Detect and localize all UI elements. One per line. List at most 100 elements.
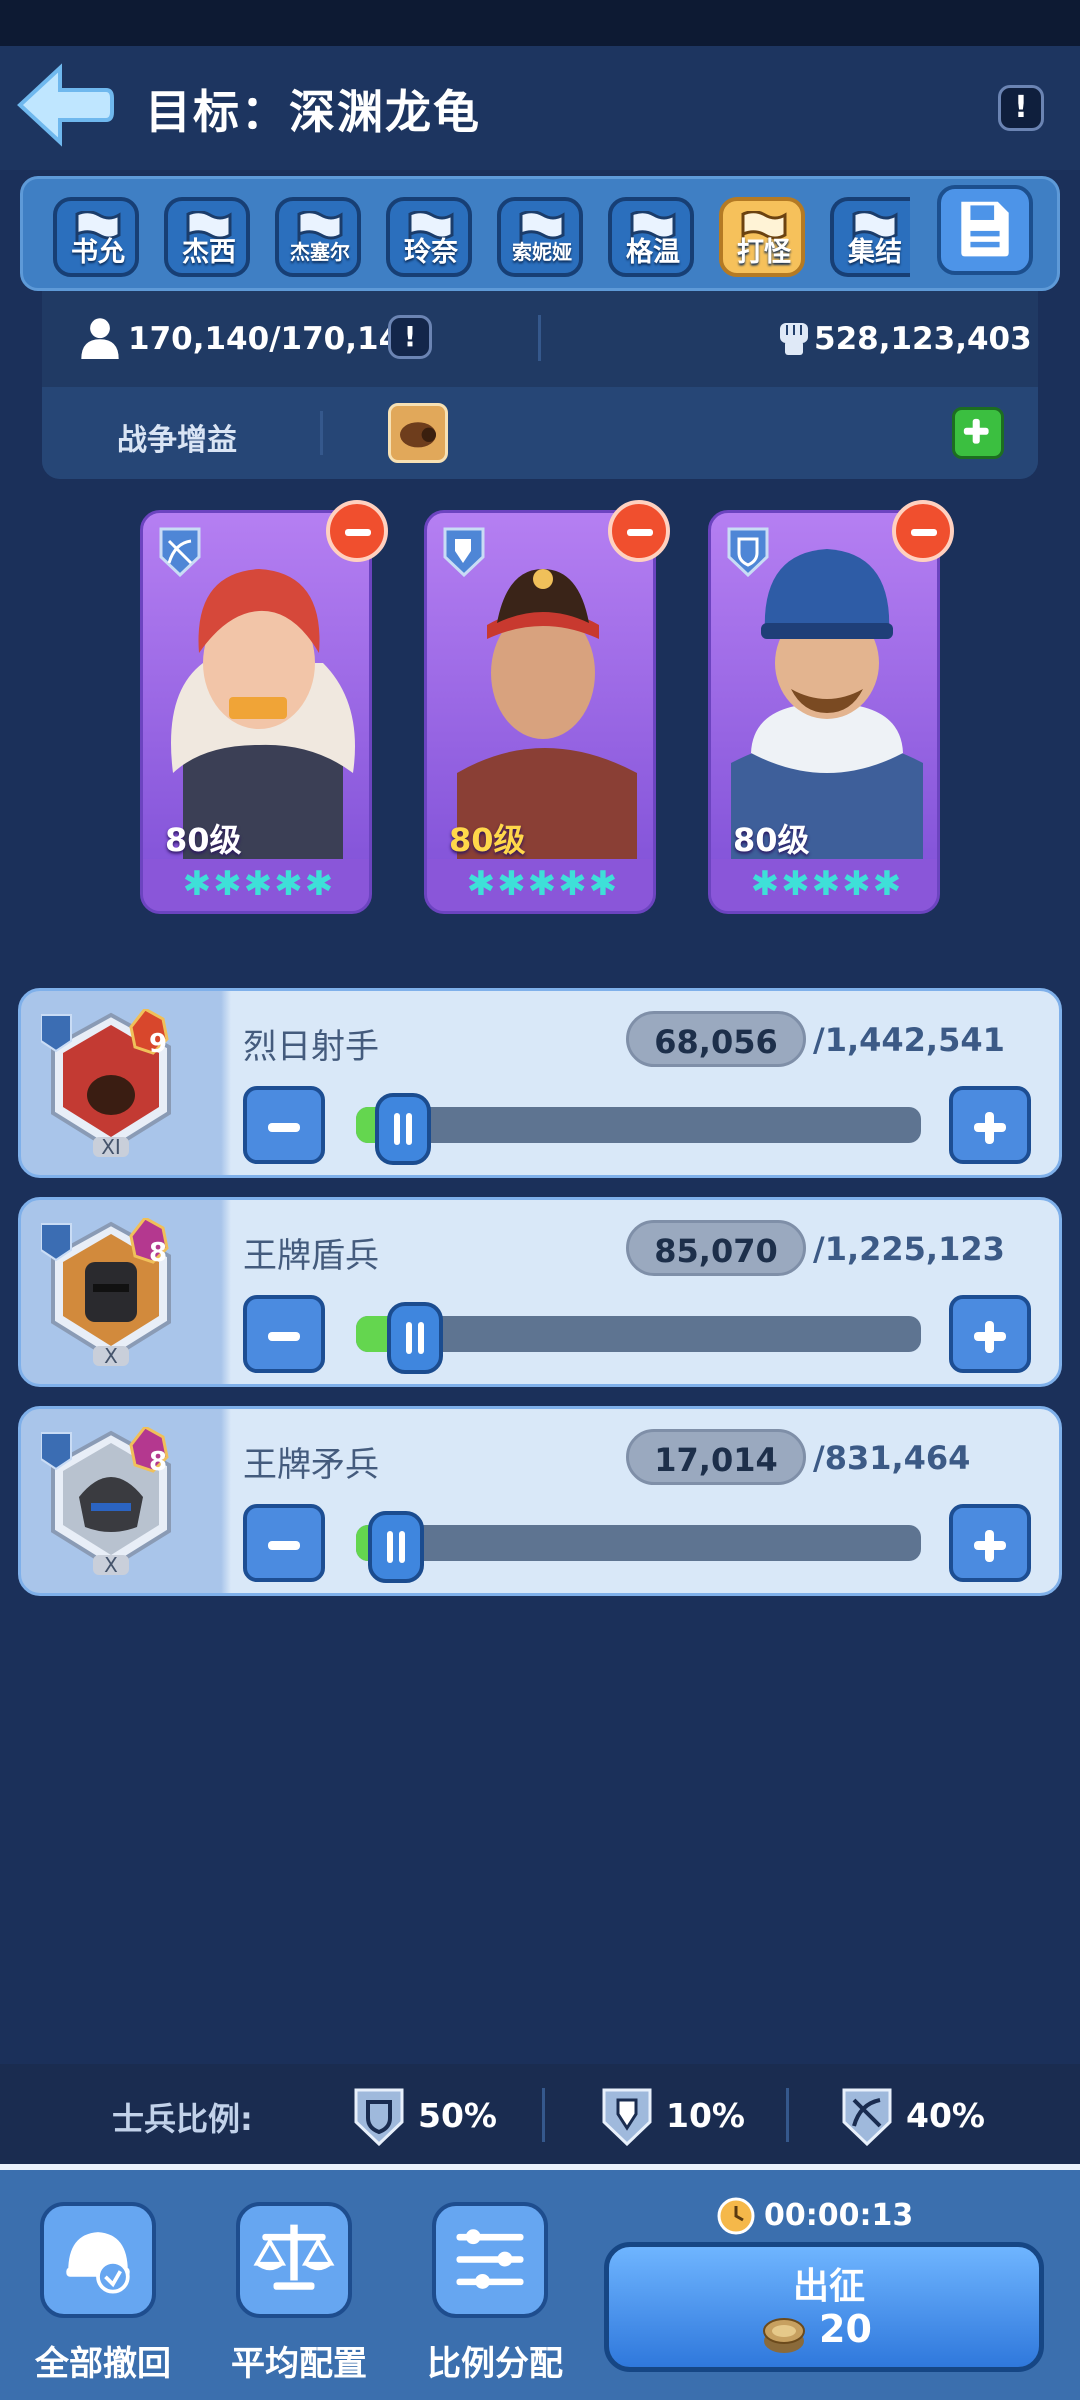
hero-stars: ✱✱✱✱✱ <box>427 859 653 911</box>
slider-handle[interactable] <box>375 1093 431 1165</box>
remove-hero-3-button[interactable] <box>892 500 954 562</box>
troop-max: /1,442,541 <box>813 1021 1005 1059</box>
march-button[interactable]: 出征 20 <box>604 2242 1044 2372</box>
ratio-archer: 40% <box>840 2086 985 2147</box>
user-icon <box>81 318 119 359</box>
troop-max: /1,225,123 <box>813 1230 1005 1268</box>
power-value: 528,123,403 <box>814 321 1032 357</box>
preset-label: 书允 <box>71 237 125 268</box>
clock-icon <box>717 2197 755 2235</box>
exclamation-icon: ! <box>1014 90 1028 125</box>
preset-bar: 书允 杰西 杰塞尔 玲奈 索妮娅 格温 打怪 集结 <box>20 176 1060 291</box>
remove-hero-2-button[interactable] <box>608 500 670 562</box>
increase-button[interactable] <box>949 1295 1031 1373</box>
march-label: 出征 <box>792 2266 865 2307</box>
troop-grade: XI <box>101 1135 121 1159</box>
spear-icon <box>443 527 485 577</box>
preset-slot-5[interactable]: 索妮娅 <box>497 197 583 277</box>
troop-row-archer: 9 XI 烈日射手 68,056 /1,442,541 <box>18 988 1062 1178</box>
preset-slot-6[interactable]: 格温 <box>608 197 694 277</box>
ratio-assign-button[interactable]: 比例分配 <box>400 2202 590 2400</box>
add-buff-button[interactable] <box>952 407 1004 459</box>
troop-grade: X <box>104 1553 118 1577</box>
increase-button[interactable] <box>949 1504 1031 1582</box>
bottom-action-bar: 全部撤回 平均配置 比例分配 00:00:13 出征 20 <box>0 2164 1080 2400</box>
troop-slider[interactable] <box>356 1093 921 1165</box>
stats-row: 170,140/170,140 ! 528,123,403 <box>42 291 1038 387</box>
decrease-button[interactable] <box>243 1086 325 1164</box>
war-buff-row: 战争增益 <box>42 387 1038 479</box>
recall-all-label: 全部撤回 <box>35 2344 171 2384</box>
hero-level: 80级 <box>449 821 526 859</box>
troop-tier: 8 <box>148 1447 168 1477</box>
horn-icon <box>400 422 436 448</box>
preset-slot-7[interactable]: 打怪 <box>719 197 805 277</box>
decrease-button[interactable] <box>243 1295 325 1373</box>
troop-slider[interactable] <box>356 1302 921 1374</box>
plus-icon <box>963 418 989 444</box>
even-config-button[interactable]: 平均配置 <box>204 2202 394 2400</box>
save-icon <box>961 201 1009 257</box>
march-timer: 00:00:13 <box>716 2196 913 2236</box>
even-config-label: 平均配置 <box>231 2344 367 2384</box>
slider-handle[interactable] <box>387 1302 443 1374</box>
preset-slot-2[interactable]: 杰西 <box>164 197 250 277</box>
hero-stars: ✱✱✱✱✱ <box>711 859 937 911</box>
preset-label: 杰西 <box>182 237 236 268</box>
troop-grade: X <box>104 1344 118 1368</box>
divider <box>786 2088 789 2142</box>
recall-all-button[interactable]: 全部撤回 <box>8 2202 198 2400</box>
troop-name: 烈日射手 <box>243 1027 379 1067</box>
preset-label: 集结 <box>848 237 902 268</box>
preset-label: 玲奈 <box>404 237 458 268</box>
hero-stars: ✱✱✱✱✱ <box>143 859 369 911</box>
info-button[interactable]: ! <box>998 85 1044 131</box>
troop-row-shield: 8 X 王牌盾兵 85,070 /1,225,123 <box>18 1197 1062 1387</box>
war-buff-item-icon[interactable] <box>388 403 448 463</box>
crossbow-icon <box>159 527 201 577</box>
shield-icon <box>727 527 769 577</box>
preset-slot-3[interactable]: 杰塞尔 <box>275 197 361 277</box>
soldier-ratio-bar: 士兵比例: 50% 10% 40% <box>0 2064 1080 2164</box>
divider <box>320 411 323 455</box>
page-title: 目标：深渊龙龟 <box>145 85 481 139</box>
preset-label: 格温 <box>626 237 680 268</box>
march-timer-text: 00:00:13 <box>764 2198 914 2233</box>
troop-tier: 8 <box>148 1238 168 1268</box>
save-preset-button[interactable] <box>937 185 1033 275</box>
stamina-icon <box>763 2318 805 2353</box>
preset-label: 索妮娅 <box>512 240 572 264</box>
remove-hero-1-button[interactable] <box>326 500 388 562</box>
troop-count-input[interactable]: 68,056 <box>626 1011 806 1067</box>
balance-scale-icon <box>236 2202 352 2318</box>
ratio-label: 士兵比例: <box>112 2100 253 2138</box>
troop-slider[interactable] <box>356 1511 921 1583</box>
preset-slot-1[interactable]: 书允 <box>53 197 139 277</box>
ratio-archer-percent: 40% <box>906 2096 985 2135</box>
divider <box>538 315 541 361</box>
fist-icon <box>780 323 808 355</box>
increase-button[interactable] <box>949 1086 1031 1164</box>
hero-card-3[interactable]: 80级 ✱✱✱✱✱ <box>708 510 940 914</box>
recall-icon <box>40 2202 156 2318</box>
exclamation-icon: ! <box>403 320 417 353</box>
troop-row-spear: 8 X 王牌矛兵 17,014 /831,464 <box>18 1406 1062 1596</box>
status-bar <box>0 0 1080 46</box>
troop-tier: 9 <box>148 1029 168 1059</box>
slider-handle[interactable] <box>368 1511 424 1583</box>
crossbow-icon <box>842 2088 892 2147</box>
hero-card-1[interactable]: 80级 ✱✱✱✱✱ <box>140 510 372 914</box>
preset-slot-4[interactable]: 玲奈 <box>386 197 472 277</box>
decrease-button[interactable] <box>243 1504 325 1582</box>
stats-panel: 170,140/170,140 ! 528,123,403 战争增益 <box>42 291 1038 479</box>
troop-count-input[interactable]: 17,014 <box>626 1429 806 1485</box>
back-arrow-icon[interactable] <box>14 62 114 148</box>
troop-capacity: 170,140/170,140 <box>128 321 422 357</box>
hero-card-2[interactable]: 80级 ✱✱✱✱✱ <box>424 510 656 914</box>
shield-icon <box>354 2088 404 2147</box>
sliders-icon <box>432 2202 548 2318</box>
capacity-info-button[interactable]: ! <box>388 315 432 359</box>
troop-count-input[interactable]: 85,070 <box>626 1220 806 1276</box>
preset-slot-8[interactable]: 集结 <box>830 197 910 277</box>
ratio-shield-percent: 50% <box>418 2096 497 2135</box>
